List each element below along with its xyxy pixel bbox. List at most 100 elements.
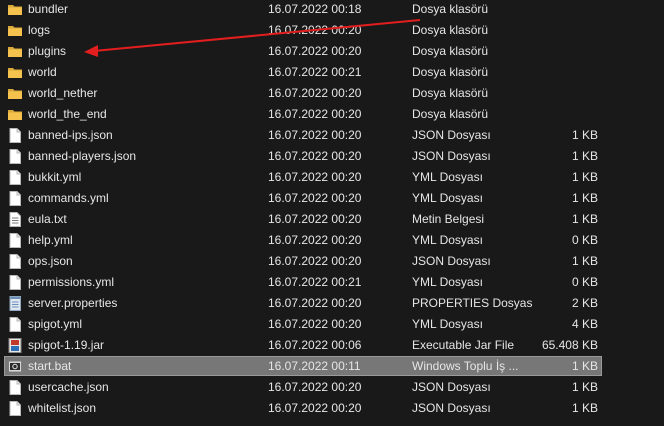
file-icon bbox=[8, 233, 22, 248]
file-type: YML Dosyası bbox=[412, 317, 483, 331]
file-name: world_the_end bbox=[28, 107, 107, 121]
file-date-modified: 16.07.2022 00:20 bbox=[268, 44, 362, 58]
file-row[interactable]: help.yml 16.07.2022 00:20 YML Dosyası 0 KB bbox=[0, 230, 664, 251]
file-row[interactable]: spigot.yml 16.07.2022 00:20 YML Dosyası 4 K… bbox=[0, 314, 664, 335]
file-row[interactable]: start.bat 16.07.2022 00:11 Windows Toplu İ… bbox=[0, 356, 664, 377]
file-name: permissions.yml bbox=[28, 275, 115, 289]
file-name: world_nether bbox=[28, 86, 98, 100]
file-row[interactable]: server.properties 16.07.2022 00:20 PROPERT… bbox=[0, 293, 664, 314]
file-row[interactable]: bukkit.yml 16.07.2022 00:20 YML Dosyası 1 K… bbox=[0, 167, 664, 188]
file-date-modified: 16.07.2022 00:20 bbox=[268, 212, 362, 226]
file-name: spigot-1.19.jar bbox=[28, 338, 105, 352]
file-date-modified: 16.07.2022 00:06 bbox=[268, 338, 362, 352]
file-name: commands.yml bbox=[28, 191, 109, 205]
file-name: help.yml bbox=[28, 233, 73, 247]
file-icon bbox=[8, 317, 22, 332]
file-icon bbox=[8, 170, 22, 185]
file-row[interactable]: permissions.yml 16.07.2022 00:21 YML Dosya… bbox=[0, 272, 664, 293]
file-name: plugins bbox=[28, 44, 67, 58]
file-name: world bbox=[28, 65, 57, 79]
file-row[interactable]: plugins 16.07.2022 00:20 Dosya klasörü bbox=[0, 41, 664, 62]
file-size bbox=[520, 0, 598, 20]
file-row[interactable]: whitelist.json 16.07.2022 00:20 JSON Dosya… bbox=[0, 398, 664, 419]
file-size bbox=[520, 104, 598, 125]
file-list: bundler 16.07.2022 00:18 Dosya klasörü logs… bbox=[0, 0, 664, 426]
file-name: bundler bbox=[28, 2, 69, 16]
file-icon bbox=[8, 380, 22, 395]
jar-file-icon bbox=[8, 338, 22, 353]
file-type: YML Dosyası bbox=[412, 275, 483, 289]
file-date-modified: 16.07.2022 00:20 bbox=[268, 233, 362, 247]
folder-icon bbox=[8, 65, 22, 80]
file-row[interactable]: logs 16.07.2022 00:20 Dosya klasörü bbox=[0, 20, 664, 41]
file-size: 1 KB bbox=[571, 191, 598, 205]
file-size: 1 KB bbox=[571, 401, 598, 415]
file-name: whitelist.json bbox=[28, 401, 97, 415]
file-row[interactable]: world_the_end 16.07.2022 00:20 Dosya klasö… bbox=[0, 104, 664, 125]
file-name: usercache.json bbox=[28, 380, 109, 394]
file-date-modified: 16.07.2022 00:18 bbox=[268, 2, 362, 16]
file-type: PROPERTIES Dosyası bbox=[412, 296, 532, 310]
file-row[interactable]: ops.json 16.07.2022 00:20 JSON Dosyası 1 KB bbox=[0, 251, 664, 272]
file-size: 1 KB bbox=[571, 149, 598, 163]
file-size: 1 KB bbox=[571, 128, 598, 142]
file-row[interactable]: bundler 16.07.2022 00:18 Dosya klasörü bbox=[0, 0, 664, 20]
file-type: JSON Dosyası bbox=[412, 128, 491, 142]
file-type: YML Dosyası bbox=[412, 170, 483, 184]
file-date-modified: 16.07.2022 00:20 bbox=[268, 23, 362, 37]
file-size: 1 KB bbox=[571, 254, 598, 268]
file-date-modified: 16.07.2022 00:20 bbox=[268, 254, 362, 268]
file-date-modified: 16.07.2022 00:20 bbox=[268, 128, 362, 142]
folder-icon bbox=[8, 86, 22, 101]
file-size: 65.408 KB bbox=[541, 338, 598, 352]
file-name: eula.txt bbox=[28, 212, 67, 226]
file-size bbox=[520, 20, 598, 41]
file-date-modified: 16.07.2022 00:21 bbox=[268, 65, 362, 79]
file-type: YML Dosyası bbox=[412, 191, 483, 205]
file-row[interactable]: world_nether 16.07.2022 00:20 Dosya klasör… bbox=[0, 83, 664, 104]
file-row[interactable]: banned-ips.json 16.07.2022 00:20 JSON Dosy… bbox=[0, 125, 664, 146]
file-type: JSON Dosyası bbox=[412, 149, 491, 163]
file-type: Dosya klasörü bbox=[412, 44, 489, 58]
folder-icon bbox=[8, 2, 22, 17]
file-size bbox=[520, 62, 598, 83]
file-row[interactable]: usercache.json 16.07.2022 00:20 JSON Dosya… bbox=[0, 377, 664, 398]
file-row[interactable]: spigot-1.19.jar 16.07.2022 00:06 Executabl… bbox=[0, 335, 664, 356]
file-date-modified: 16.07.2022 00:20 bbox=[268, 149, 362, 163]
file-size: 4 KB bbox=[571, 317, 598, 331]
file-size: 1 KB bbox=[571, 380, 598, 394]
file-icon bbox=[8, 275, 22, 290]
file-size: 0 KB bbox=[571, 233, 598, 247]
file-date-modified: 16.07.2022 00:20 bbox=[268, 191, 362, 205]
file-row[interactable]: banned-players.json 16.07.2022 00:20 JSON … bbox=[0, 146, 664, 167]
file-row[interactable]: eula.txt 16.07.2022 00:20 Metin Belgesi 1 K… bbox=[0, 209, 664, 230]
file-name: server.properties bbox=[28, 296, 118, 310]
file-size: 1 KB bbox=[571, 212, 598, 226]
file-date-modified: 16.07.2022 00:20 bbox=[268, 401, 362, 415]
file-row[interactable]: commands.yml 16.07.2022 00:20 YML Dosyası 1… bbox=[0, 188, 664, 209]
file-date-modified: 16.07.2022 00:20 bbox=[268, 107, 362, 121]
file-date-modified: 16.07.2022 00:20 bbox=[268, 317, 362, 331]
file-type: JSON Dosyası bbox=[412, 401, 491, 415]
file-name: banned-ips.json bbox=[28, 128, 113, 142]
folder-icon bbox=[8, 107, 22, 122]
file-type: Dosya klasörü bbox=[412, 86, 489, 100]
file-type: Dosya klasörü bbox=[412, 107, 489, 121]
file-name: logs bbox=[28, 23, 51, 37]
file-date-modified: 16.07.2022 00:11 bbox=[268, 359, 361, 373]
file-size: 1 KB bbox=[571, 170, 598, 184]
file-row[interactable]: world 16.07.2022 00:21 Dosya klasörü bbox=[0, 62, 664, 83]
file-type: Executable Jar File bbox=[412, 338, 515, 352]
file-size: 1 KB bbox=[571, 359, 598, 373]
file-name: banned-players.json bbox=[28, 149, 137, 163]
file-type: Dosya klasörü bbox=[412, 65, 489, 79]
file-date-modified: 16.07.2022 00:20 bbox=[268, 380, 362, 394]
file-type: YML Dosyası bbox=[412, 233, 483, 247]
file-icon bbox=[8, 254, 22, 269]
file-date-modified: 16.07.2022 00:20 bbox=[268, 296, 362, 310]
text-file-icon bbox=[8, 212, 22, 227]
file-type: Dosya klasörü bbox=[412, 23, 489, 37]
file-name: ops.json bbox=[28, 254, 73, 268]
file-name: spigot.yml bbox=[28, 317, 83, 331]
batch-file-icon bbox=[8, 359, 22, 374]
